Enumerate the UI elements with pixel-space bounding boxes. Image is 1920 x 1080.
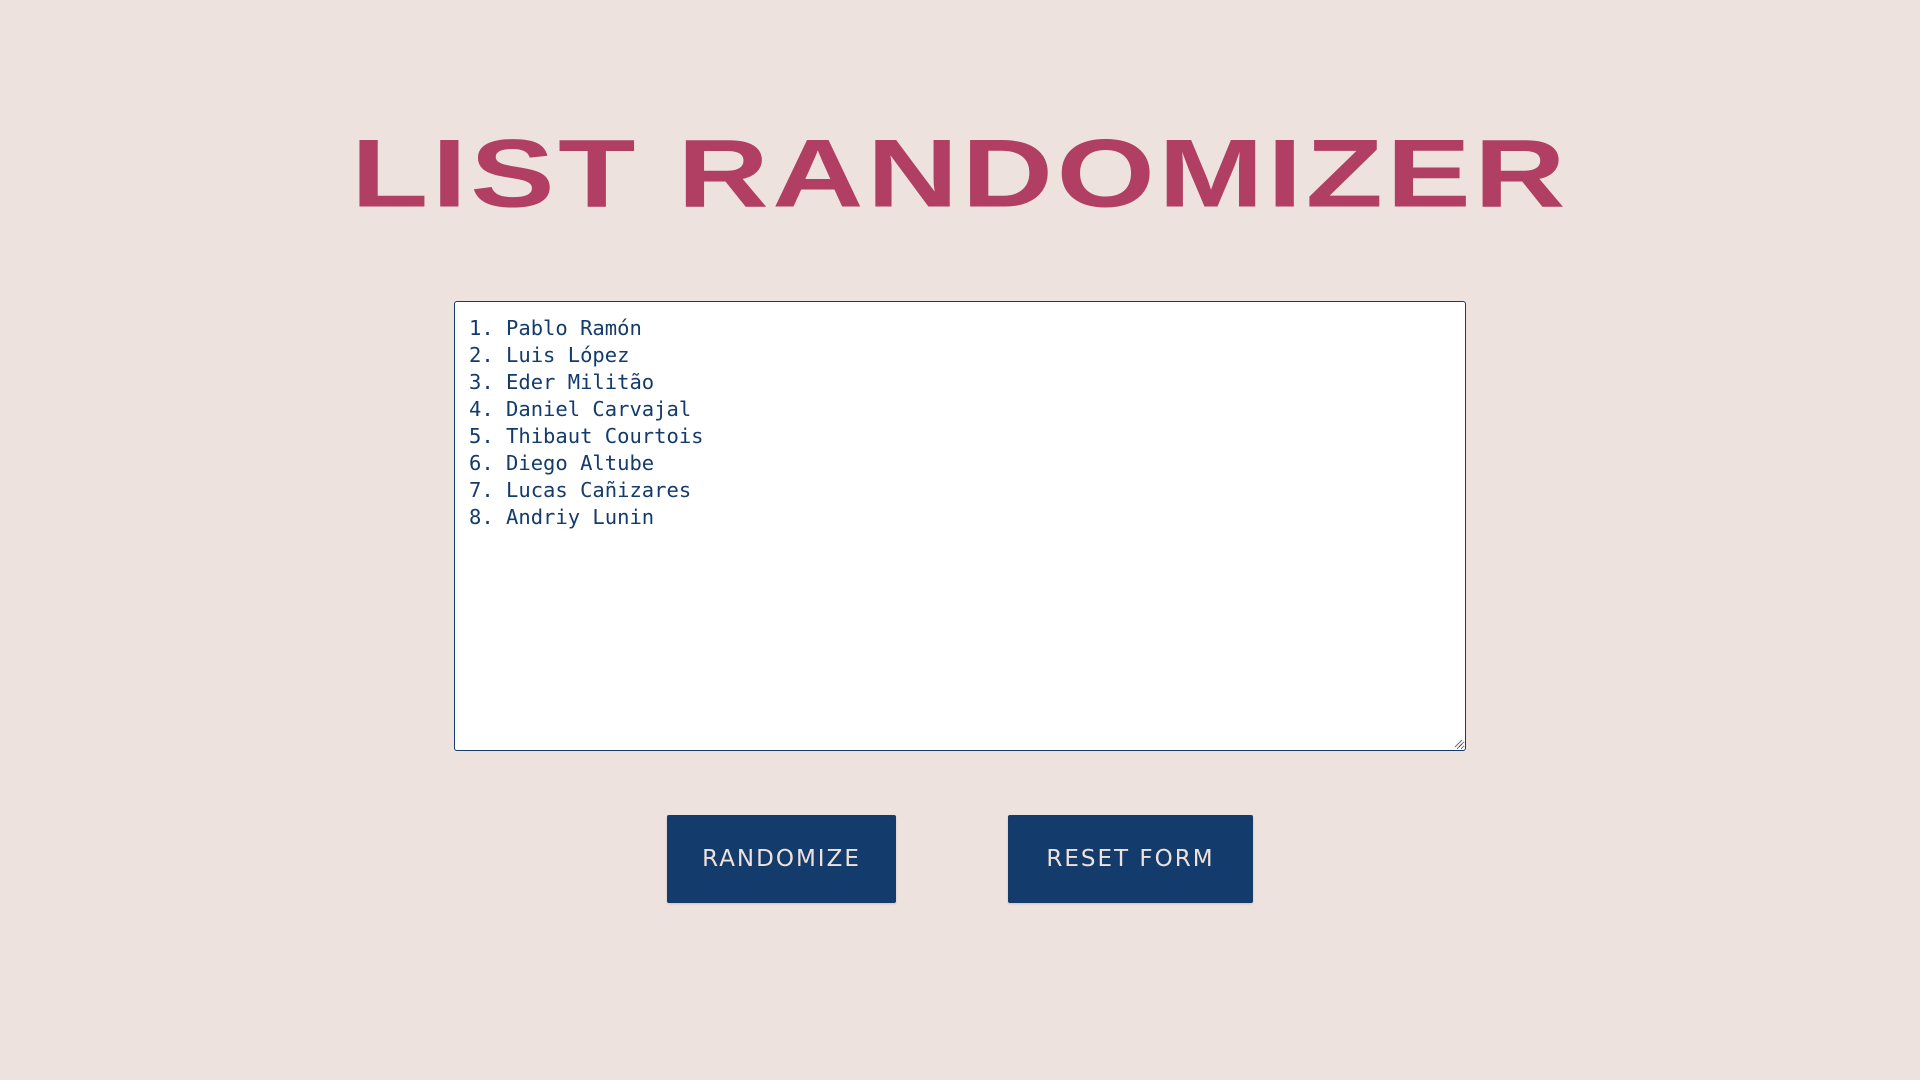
list-line: 3. Eder Militão <box>469 370 655 394</box>
randomize-button[interactable]: RANDOMIZE <box>667 815 896 903</box>
resize-grip-icon[interactable] <box>1453 738 1463 748</box>
list-line: 8. Andriy Lunin <box>469 505 655 529</box>
list-line: 2. Luis López <box>469 343 630 367</box>
page: LIST RANDOMIZER 1. Pablo Ramón 2. Luis L… <box>0 0 1920 1080</box>
list-textarea[interactable]: 1. Pablo Ramón 2. Luis López 3. Eder Mil… <box>454 301 1466 751</box>
list-line: 4. Daniel Carvajal <box>469 397 692 421</box>
list-line: 5. Thibaut Courtois <box>469 424 704 448</box>
page-title: LIST RANDOMIZER <box>351 119 1569 228</box>
list-line: 6. Diego Altube <box>469 451 655 475</box>
list-line: 1. Pablo Ramón <box>469 316 642 340</box>
list-line: 7. Lucas Cañizares <box>469 478 692 502</box>
reset-form-button[interactable]: RESET FORM <box>1008 815 1253 903</box>
